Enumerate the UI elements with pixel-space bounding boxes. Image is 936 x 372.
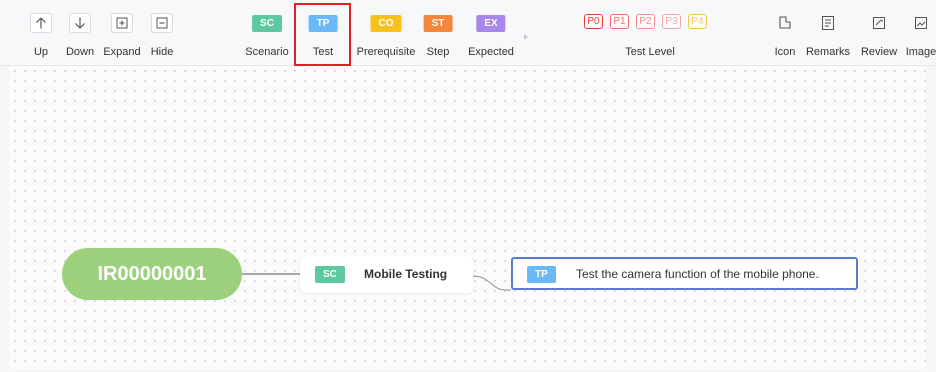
scenario-node-title: Mobile Testing [364, 267, 448, 281]
root-node[interactable]: IR00000001 [62, 248, 242, 300]
scenario-node-tag: SC [315, 266, 345, 283]
test-node-tag: TP [527, 266, 556, 283]
connector-lines [242, 273, 511, 291]
test-node-text: Test the camera function of the mobile p… [576, 267, 819, 281]
scenario-node[interactable]: SC Mobile Testing [300, 256, 473, 293]
test-node[interactable]: TP Test the camera function of the mobil… [511, 257, 858, 290]
